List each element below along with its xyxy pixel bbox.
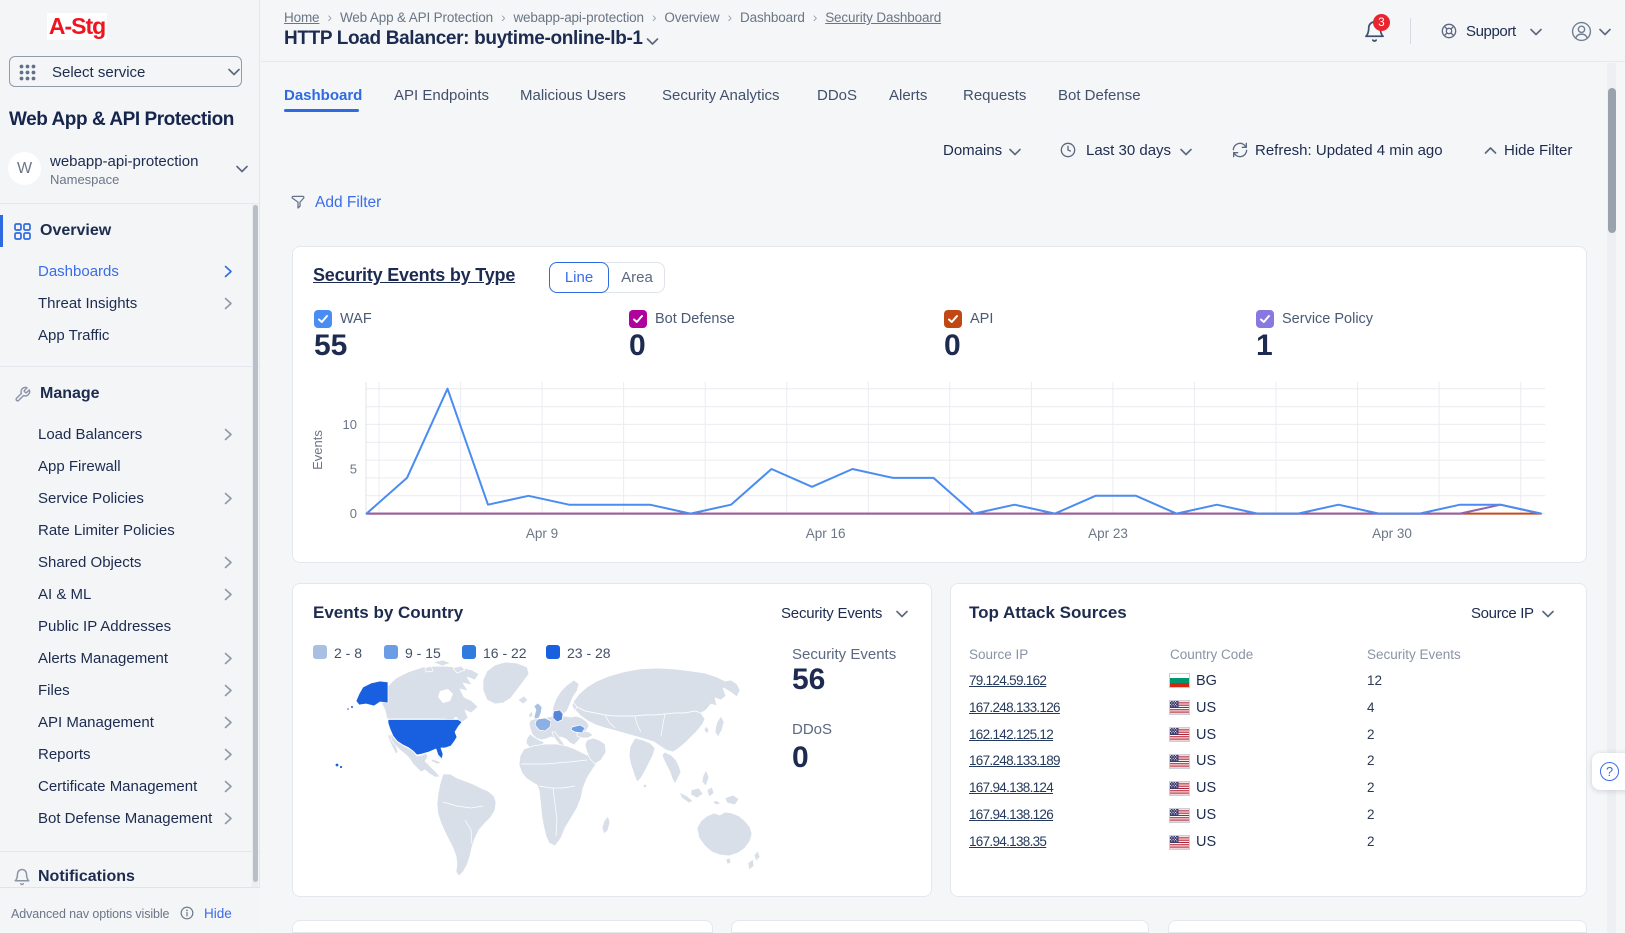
svg-text:0: 0 (350, 506, 357, 521)
svg-text:Apr 23: Apr 23 (1088, 526, 1128, 541)
svg-text:5: 5 (350, 461, 357, 476)
svg-text:Events: Events (310, 430, 325, 470)
svg-text:Apr 30: Apr 30 (1372, 526, 1412, 541)
svg-text:Apr 16: Apr 16 (806, 526, 846, 541)
svg-text:Apr 9: Apr 9 (526, 526, 558, 541)
svg-text:10: 10 (343, 417, 357, 432)
